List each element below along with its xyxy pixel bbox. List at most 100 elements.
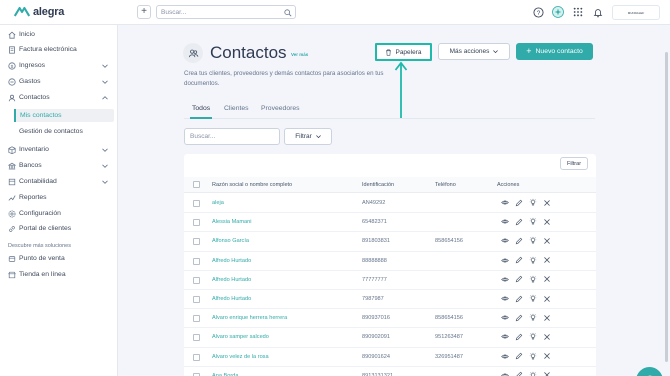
help-chat-button[interactable]: ? (636, 367, 663, 376)
deactivate-icon[interactable] (529, 236, 537, 245)
sidebar-item-punto-de-venta[interactable]: Punto de venta (0, 252, 118, 266)
row-checkbox[interactable] (193, 296, 200, 303)
contact-name-link[interactable]: Alessia Mamani (212, 219, 251, 225)
edit-icon[interactable] (515, 275, 523, 284)
deactivate-icon[interactable] (529, 217, 537, 226)
table-row[interactable]: Ana Borda 8913131321 (184, 367, 596, 376)
delete-icon[interactable] (543, 275, 551, 284)
deactivate-icon[interactable] (529, 352, 537, 361)
sidebar-item-contactos[interactable]: Contactos (0, 91, 118, 105)
contact-name-link[interactable]: Alfonso García (212, 238, 249, 244)
tab-todos[interactable]: Todos (190, 105, 213, 119)
edit-icon[interactable] (515, 332, 523, 341)
row-checkbox[interactable] (193, 315, 200, 323)
global-search-input[interactable]: Buscar... (156, 5, 296, 19)
contact-name-link[interactable]: Alfredo Hurtado (212, 258, 251, 264)
sidebar-item-bancos[interactable]: Bancos (0, 159, 118, 173)
bell-icon[interactable] (592, 6, 604, 18)
page-scrollbar[interactable] (665, 52, 668, 362)
table-filter-button[interactable]: Filtrar (560, 157, 588, 170)
delete-icon[interactable] (543, 352, 551, 361)
view-icon[interactable] (501, 313, 509, 322)
deactivate-icon[interactable] (529, 198, 537, 207)
quick-create-button[interactable]: + (137, 5, 151, 19)
view-icon[interactable] (501, 275, 509, 284)
deactivate-icon[interactable] (529, 275, 537, 284)
papelera-button[interactable]: Papelera (375, 43, 432, 61)
tab-proveedores[interactable]: Proveedores (261, 105, 300, 119)
row-checkbox[interactable] (193, 276, 200, 284)
deactivate-icon[interactable] (529, 313, 537, 322)
table-row[interactable]: Alvaro samper salcedo 890902091 951263487 (184, 328, 596, 348)
sidebar-item-gastos[interactable]: Gastos (0, 75, 118, 89)
contact-name-link[interactable]: Alvaro velez de la rosa (212, 354, 269, 360)
table-row[interactable]: Alfonso García 891803831 858654156 (184, 232, 596, 252)
edit-icon[interactable] (515, 256, 523, 265)
delete-icon[interactable] (543, 198, 551, 207)
row-checkbox[interactable] (193, 238, 200, 246)
sidebar-item-contabilidad[interactable]: Contabilidad (0, 175, 118, 189)
sidebar-item-factura[interactable]: Factura electrónica (0, 43, 118, 57)
sidebar-item-reportes[interactable]: Reportes (0, 191, 118, 205)
contact-name-link[interactable]: Alfredo Hurtado (212, 296, 251, 302)
delete-icon[interactable] (543, 217, 551, 226)
ver-mas-link[interactable]: Ver más (291, 52, 308, 57)
contacts-search-input[interactable]: Buscar... (184, 128, 280, 145)
filtrar-button[interactable]: Filtrar (284, 128, 332, 145)
alegra-logo[interactable]: alegra (14, 6, 64, 18)
company-selector[interactable]: MUNDALEF (612, 5, 660, 20)
sidebar-item-tienda-en-linea[interactable]: Tienda en línea (0, 268, 118, 282)
contact-name-link[interactable]: Alvaro samper salcedo (212, 334, 269, 340)
table-row[interactable]: Alvaro velez de la rosa 890901624 32695148… (184, 348, 596, 367)
contact-name-link[interactable]: Alfredo Hurtado (212, 277, 251, 283)
edit-icon[interactable] (515, 217, 523, 226)
edit-icon[interactable] (515, 236, 523, 245)
delete-icon[interactable] (543, 332, 551, 341)
table-row[interactable]: Alessia Mamani 65482371 (184, 213, 596, 233)
view-icon[interactable] (501, 198, 509, 207)
contact-name-link[interactable]: Alvaro enrique herrera herrera (212, 315, 287, 321)
deactivate-icon[interactable] (529, 332, 537, 341)
help-icon[interactable]: ? (532, 6, 544, 18)
sidebar-subitem-mis-contactos[interactable]: Mis contactos (14, 109, 114, 122)
sidebar-subitem-gestion-contactos[interactable]: Gestión de contactos (0, 125, 118, 138)
table-row[interactable]: Alfredo Hurtado 7987987 (184, 290, 596, 310)
view-icon[interactable] (501, 256, 509, 265)
view-icon[interactable] (501, 236, 509, 245)
sidebar-item-inicio[interactable]: Inicio (0, 28, 118, 42)
sidebar-item-configuracion[interactable]: Configuración (0, 207, 118, 221)
ai-assistant-icon[interactable] (552, 6, 564, 18)
row-checkbox[interactable] (193, 334, 200, 342)
table-row[interactable]: Alvaro enrique herrera herrera 890937016 8… (184, 309, 596, 329)
edit-icon[interactable] (515, 352, 523, 361)
deactivate-icon[interactable] (529, 371, 537, 376)
table-row[interactable]: Alfredo Hurtado 77777777 (184, 271, 596, 290)
deactivate-icon[interactable] (529, 256, 537, 265)
edit-icon[interactable] (515, 313, 523, 322)
view-icon[interactable] (501, 294, 509, 303)
view-icon[interactable] (501, 217, 509, 226)
sidebar-item-inventario[interactable]: Inventario (0, 143, 118, 157)
edit-icon[interactable] (515, 198, 523, 207)
row-checkbox[interactable] (193, 219, 200, 227)
nuevo-contacto-button[interactable]: + Nuevo contacto (516, 43, 593, 60)
view-icon[interactable] (501, 352, 509, 361)
sidebar-item-ingresos[interactable]: $ Ingresos (0, 59, 118, 73)
delete-icon[interactable] (543, 313, 551, 322)
mas-acciones-button[interactable]: Más acciones (438, 43, 510, 60)
view-icon[interactable] (501, 371, 509, 376)
contact-name-link[interactable]: aleja (212, 200, 224, 206)
table-row[interactable]: aleja AN49292 (184, 194, 596, 214)
edit-icon[interactable] (515, 371, 523, 376)
edit-icon[interactable] (515, 294, 523, 303)
delete-icon[interactable] (543, 294, 551, 303)
table-row[interactable]: Alfredo Hurtado 88888888 (184, 252, 596, 271)
row-checkbox[interactable] (193, 200, 200, 207)
row-checkbox[interactable] (193, 353, 200, 361)
view-icon[interactable] (501, 332, 509, 341)
select-all-checkbox[interactable] (193, 181, 200, 188)
delete-icon[interactable] (543, 236, 551, 245)
apps-grid-icon[interactable] (572, 6, 584, 18)
delete-icon[interactable] (543, 256, 551, 265)
sidebar-item-portal[interactable]: Portal de clientes (0, 222, 118, 236)
